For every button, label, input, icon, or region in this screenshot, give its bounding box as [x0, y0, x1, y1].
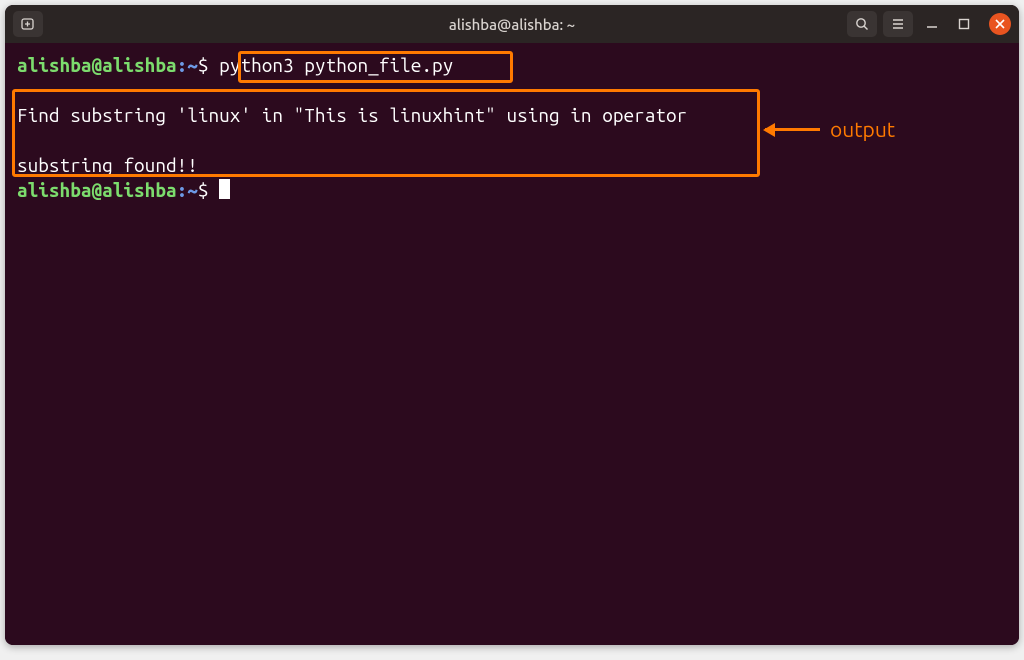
command-text-value: python3 python_file.py [219, 54, 453, 76]
output-line-1: Find substring 'linux' in "This is linux… [17, 103, 1007, 128]
new-tab-button[interactable] [13, 11, 43, 37]
prompt-line-1: alishba@alishba:~$ python3 python_file.p… [17, 53, 1007, 78]
new-tab-icon [20, 17, 36, 31]
command-text [209, 54, 220, 76]
prompt-path: ~ [187, 54, 198, 76]
close-button[interactable] [989, 13, 1011, 35]
prompt-symbol: $ [198, 54, 209, 76]
maximize-button[interactable] [951, 14, 977, 34]
prompt-user-host: alishba@alishba [17, 54, 177, 76]
blank-line [17, 78, 1007, 103]
prompt-path: ~ [187, 179, 198, 201]
prompt-user-host: alishba@alishba [17, 179, 177, 201]
prompt-symbol: $ [198, 179, 209, 201]
maximize-icon [957, 17, 971, 31]
menu-button[interactable] [883, 11, 913, 37]
blank-line [17, 128, 1007, 153]
prompt-sep: : [177, 54, 188, 76]
output-line-2: substring found!! [17, 153, 1007, 178]
prompt-sep: : [177, 179, 188, 201]
cursor [219, 179, 230, 199]
close-icon [994, 18, 1006, 30]
menu-icon [890, 17, 906, 31]
terminal-window: alishba@alishba: ~ alishba@alishba:~$ py… [5, 5, 1019, 645]
minimize-icon [925, 17, 939, 31]
prompt-line-2: alishba@alishba:~$ [17, 178, 1007, 203]
search-button[interactable] [847, 11, 877, 37]
terminal-body[interactable]: alishba@alishba:~$ python3 python_file.p… [5, 43, 1019, 645]
minimize-button[interactable] [919, 14, 945, 34]
search-icon [854, 16, 870, 32]
titlebar: alishba@alishba: ~ [5, 5, 1019, 43]
